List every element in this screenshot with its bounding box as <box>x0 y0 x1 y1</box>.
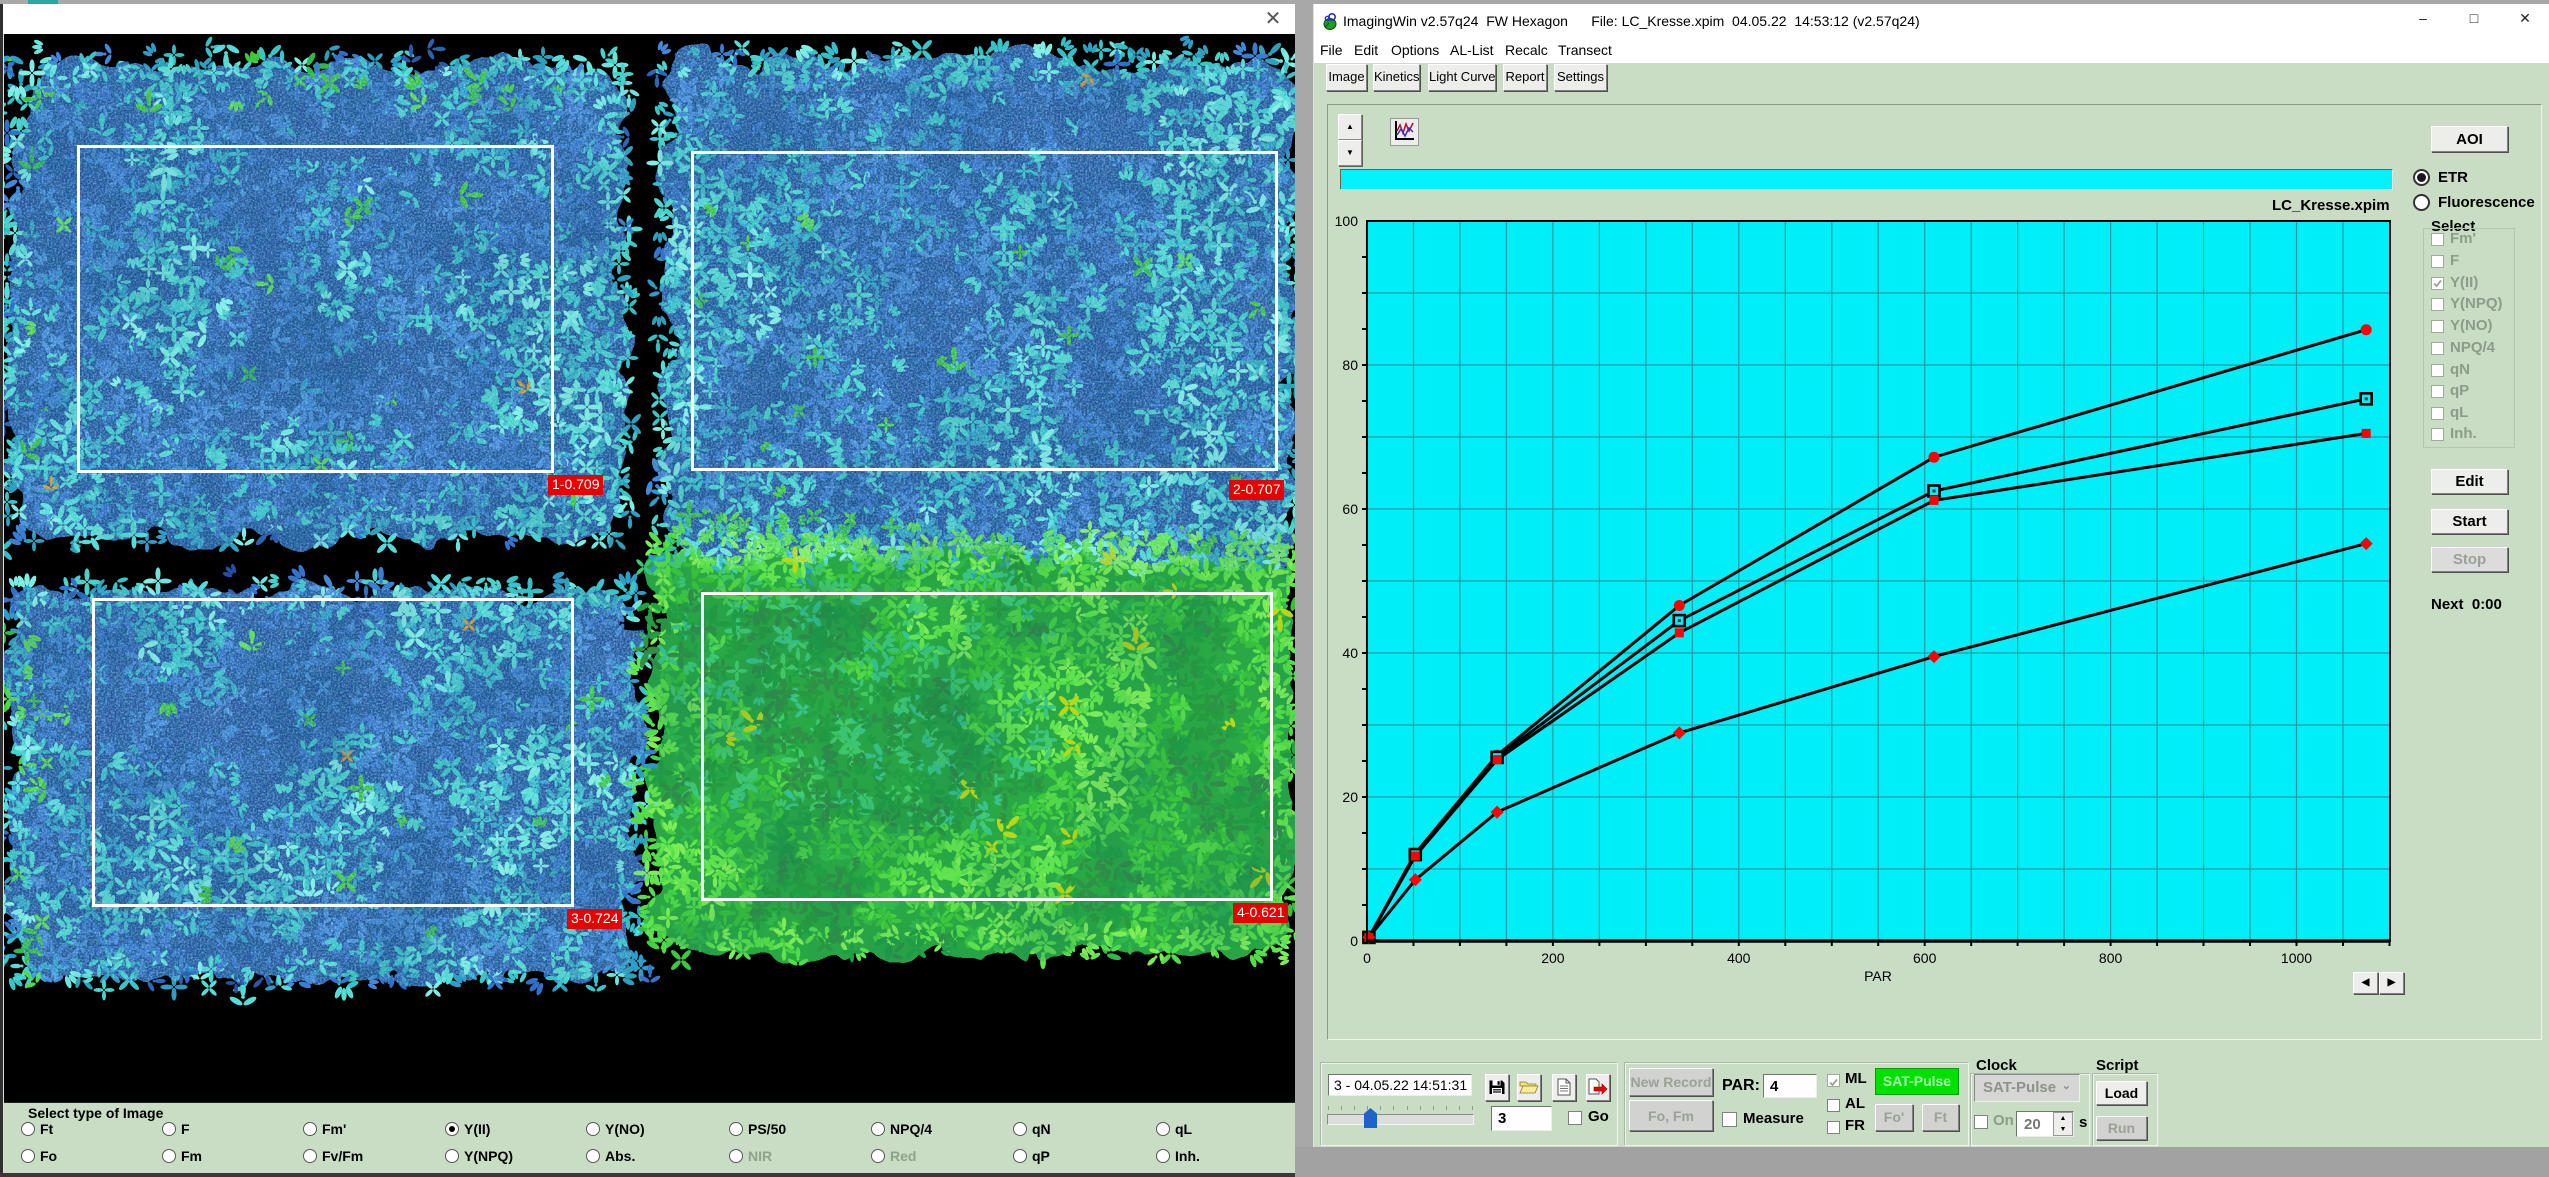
svg-text:1000: 1000 <box>2281 950 2312 966</box>
svg-text:80: 80 <box>1342 357 1358 373</box>
svg-text:600: 600 <box>1913 950 1937 966</box>
svg-text:20: 20 <box>1342 789 1358 805</box>
svg-text:0: 0 <box>1350 933 1358 949</box>
svg-text:800: 800 <box>2099 950 2123 966</box>
svg-text:40: 40 <box>1342 645 1358 661</box>
svg-text:0: 0 <box>1363 950 1371 966</box>
svg-text:100: 100 <box>1335 213 1359 229</box>
svg-text:400: 400 <box>1727 950 1751 966</box>
svg-text:60: 60 <box>1342 501 1358 517</box>
svg-text:200: 200 <box>1541 950 1565 966</box>
svg-text:PAR: PAR <box>1864 968 1892 984</box>
